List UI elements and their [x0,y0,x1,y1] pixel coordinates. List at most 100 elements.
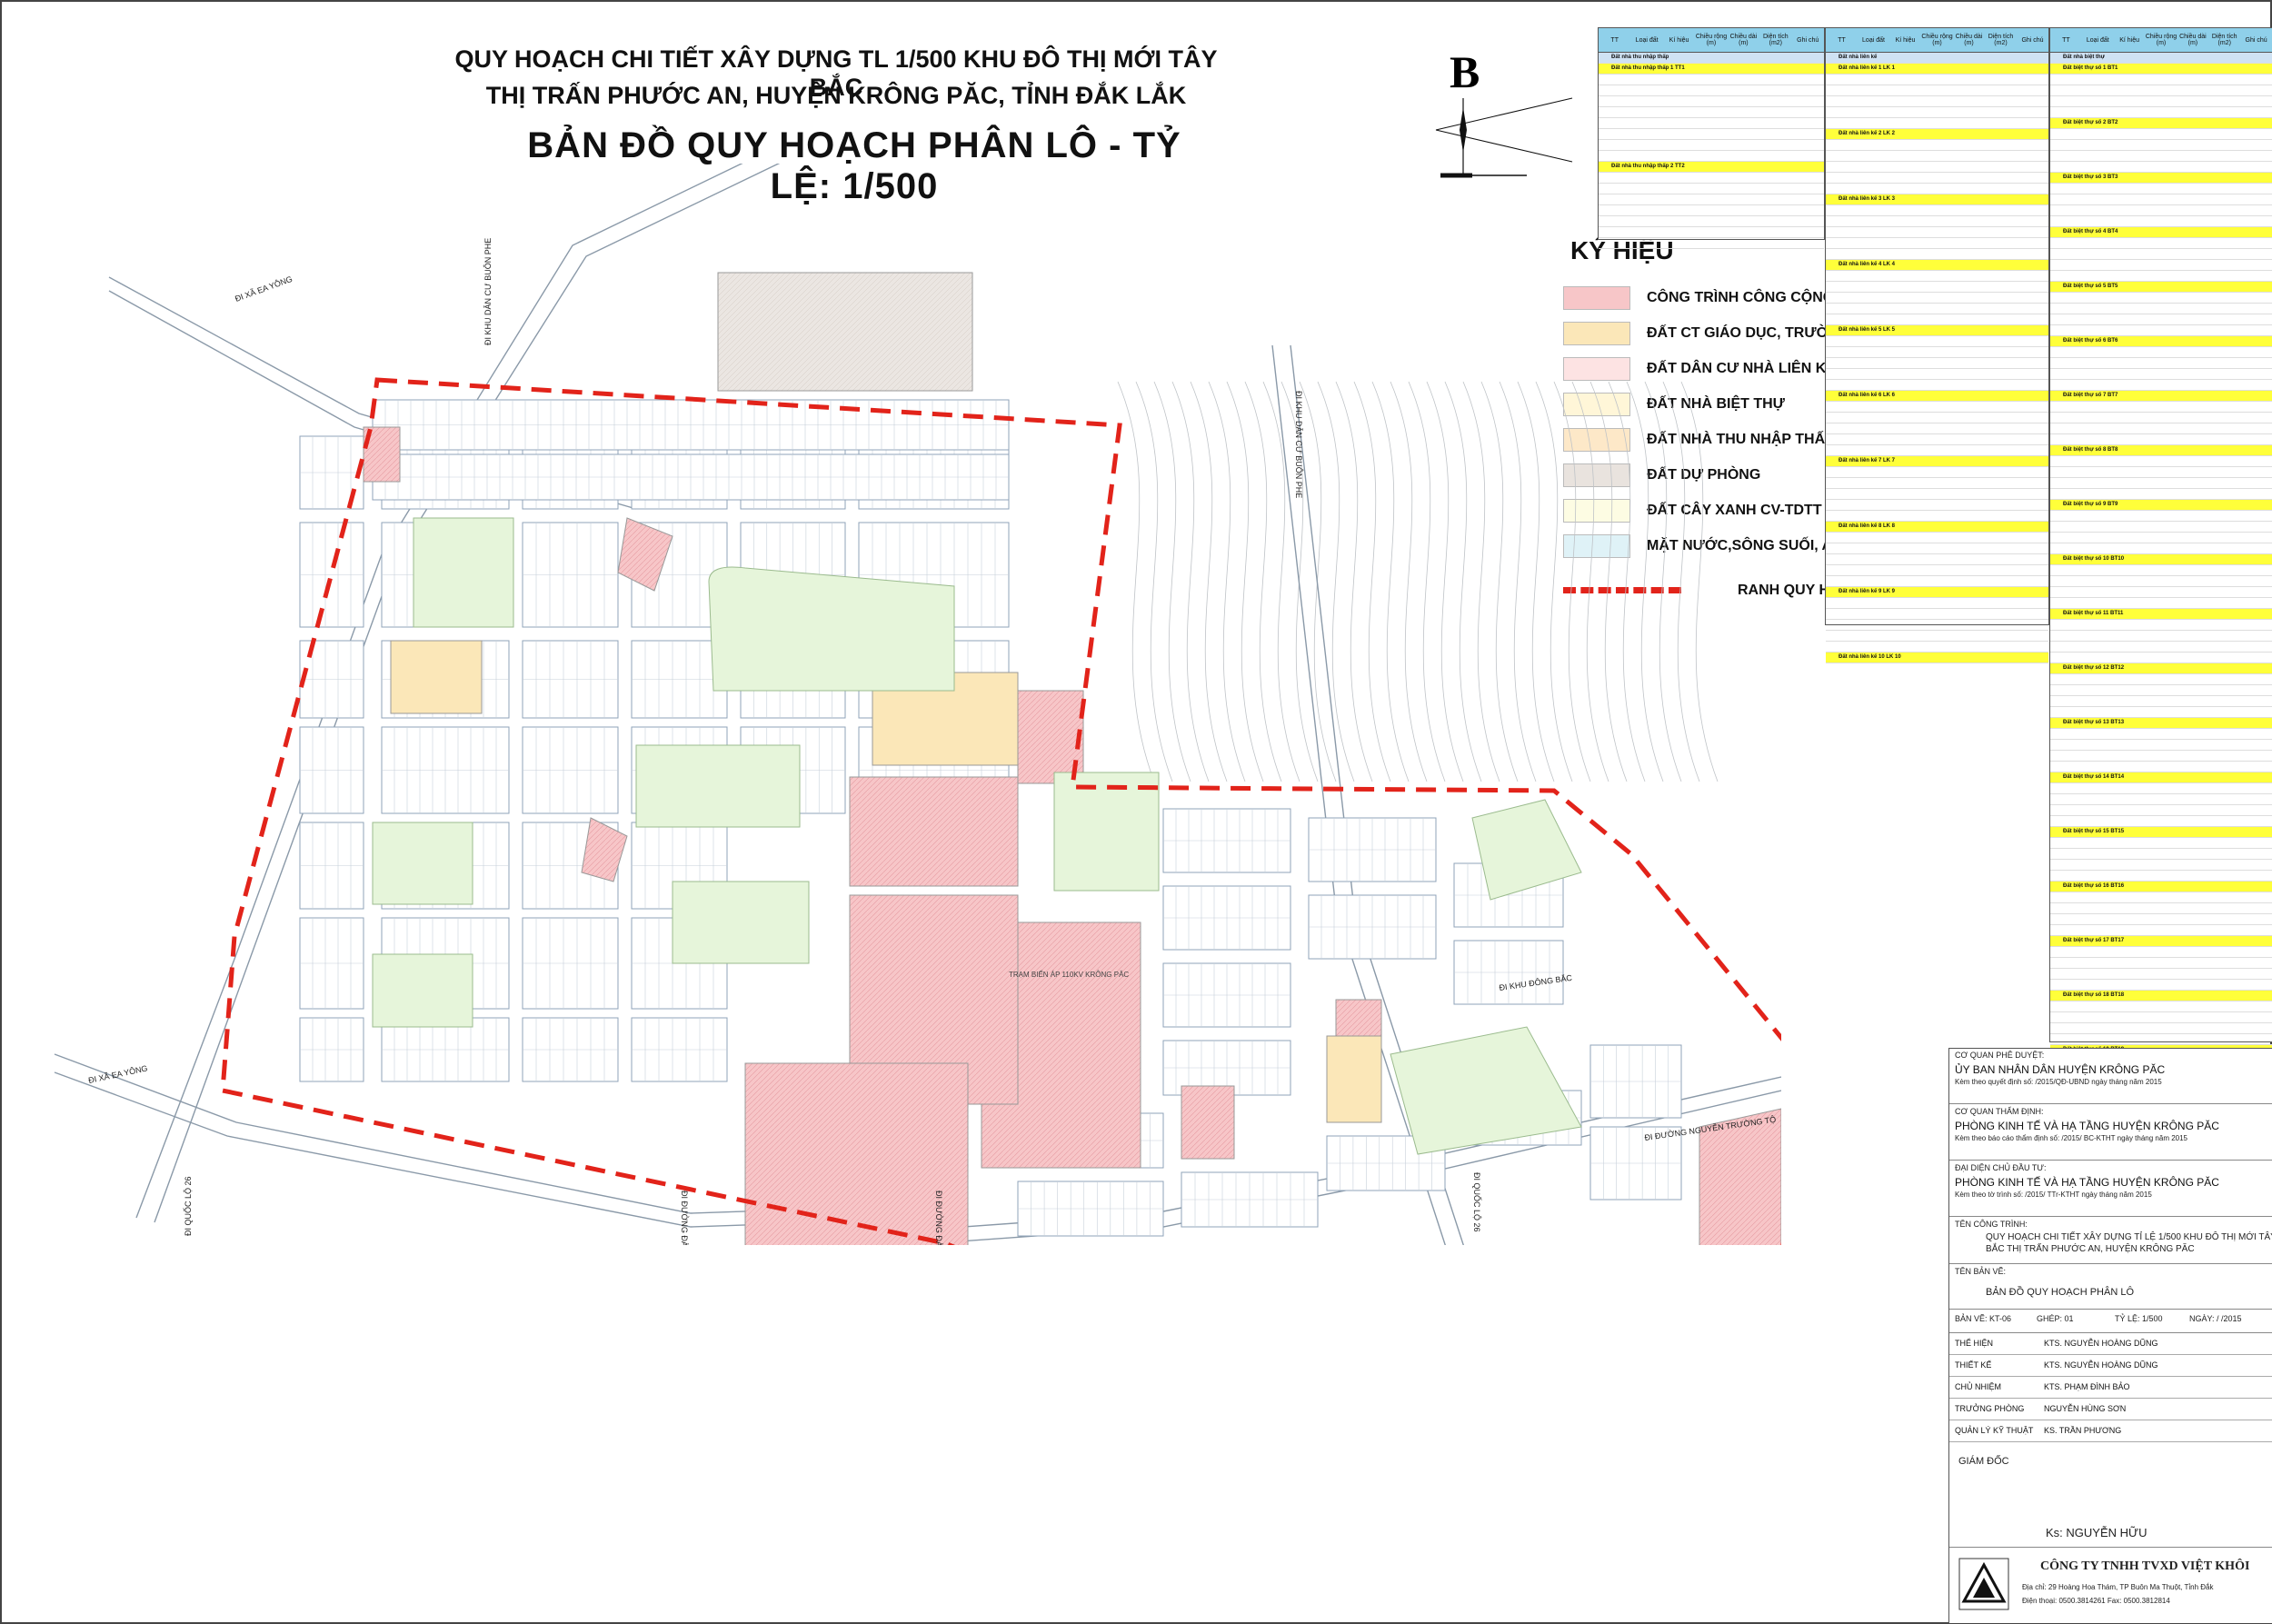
parcel-reserve [717,272,973,392]
project-name-2: BẮC THỊ TRẤN PHƯỚC AN, HUYỆN KRÔNG PĂC [1986,1244,2195,1254]
table-row [2050,871,2272,882]
table-row [2050,467,2272,478]
table-header-cell: Kí hiệu [1895,36,1916,44]
table-row [1826,445,2048,456]
table-row [2050,762,2272,772]
table-row [1599,129,1824,140]
table-row [2050,369,2272,380]
table-row [2050,685,2272,696]
table-group-row: Đất nhà liên kế 10 LK 10 [1826,653,2048,663]
table-group-row: Đất nhà liên kế [1826,53,2048,64]
owner-note: Kèm theo tờ trình số: /2015/ TTr-KTHT ng… [1955,1191,2152,1199]
table-row [2050,587,2272,598]
table-row [2050,107,2272,118]
table-row [1826,107,2048,118]
table-row [1826,205,2048,216]
table-group-row: Đất biệt thự số 4 BT4 [2050,227,2272,238]
table-row [2050,598,2272,609]
label-dao-duy-tu: ĐI ĐƯỜNG ĐÀO DUY TỪ [680,1191,689,1245]
table-row [2050,402,2272,413]
table-header-cell: Chiều dài (m) [2179,34,2207,46]
table-row [2050,271,2272,282]
table-group-row: Đất nhà liên kế 7 LK 7 [1826,456,2048,467]
drawing-name: BẢN ĐỒ QUY HOẠCH PHÂN LÔ [1986,1287,2134,1298]
role-label: CHỦ NHIỆM [1955,1382,2001,1391]
table-row [2050,751,2272,762]
table-group-row: Đất biệt thự số 1 BT1 [2050,64,2272,75]
table-group-row: Đất biệt thự số 18 BT18 [2050,991,2272,1001]
table-row [2050,489,2272,500]
table-villas: TT Loại đất Kí hiệu Chiều rộng (m) Chiều dài… [2049,27,2272,1100]
table-row [2050,892,2272,903]
company-phone: Điện thoại: 0500.3814261 Fax: 0500.38128… [2022,1597,2170,1605]
table-header: TT Loại đất Kí hiệu Chiều rộng (m) Chiều dài… [2050,28,2272,53]
table-row [1826,511,2048,522]
table-row [2050,75,2272,85]
green-7 [1053,772,1160,892]
table-row [2050,958,2272,969]
table-row [1826,293,2048,304]
table-row [2050,140,2272,151]
project-name-1: QUY HOẠCH CHI TIẾT XÂY DỰNG TỈ LỆ 1/500 … [1986,1232,2272,1242]
table-header-cell: Kí hiệu [1669,36,1689,44]
table-row [2050,642,2272,653]
table-row [2050,576,2272,587]
table-header-cell: Ghi chú [2021,36,2044,44]
green-1 [413,517,514,628]
table-row [2050,96,2272,107]
table-row [2050,565,2272,576]
table-row [2050,85,2272,96]
table-row [2050,794,2272,805]
table-row [1826,85,2048,96]
signature-row: THIẾT KẾ KTS. NGUYỄN HOÀNG DŨNG [1949,1354,2272,1377]
table-row [2050,304,2272,314]
approve-note: Kèm theo quyết định số: /2015/QĐ-UBND ng… [1955,1078,2162,1086]
table-row [1599,107,1824,118]
table-row [1826,478,2048,489]
table-group-row: Đất nhà liên kế 3 LK 3 [1826,194,2048,205]
table-row [1826,162,2048,173]
table-row [2050,358,2272,369]
table-row [1826,380,2048,391]
table-row [2050,184,2272,194]
table-row [1826,358,2048,369]
table-row [2050,205,2272,216]
approve-org: ỦY BAN NHÂN DÂN HUYỆN KRÔNG PĂC [1955,1063,2166,1076]
table-row [1826,434,2048,445]
appraise-note: Kèm theo báo cáo thẩm định số: /2015/ BC… [1955,1134,2188,1142]
table-row [2050,620,2272,631]
signature-row: QUẢN LÝ KỸ THUẬT KS. TRẦN PHƯƠNG [1949,1420,2272,1442]
table-row [1826,631,2048,642]
approve-label: CƠ QUAN PHÊ DUYỆT: [1955,1051,2045,1060]
signature-row: THỂ HIỆN KTS. NGUYỄN HOÀNG DŨNG [1949,1332,2272,1355]
table-header-cell: Kí hiệu [2119,36,2140,44]
table-header-cell: Ghi chú [2245,36,2267,44]
table-row [2050,249,2272,260]
director-label: GIÁM ĐỐC [1958,1456,2009,1467]
date: NGÀY: / /2015 [2189,1314,2242,1323]
label-ql26: ĐI QUỐC LỘ 26 [183,1176,193,1236]
table-row [2050,1023,2272,1034]
table-row [2050,980,2272,991]
table-row [1826,238,2048,249]
table-row [2050,631,2272,642]
company-address: Địa chỉ: 29 Hoàng Hoa Thám, TP Buôn Ma T… [2022,1583,2214,1591]
table-header-cell: Diện tích (m2) [1763,34,1789,46]
table-header-cell: Loại đất [2086,36,2109,44]
role-label: THỂ HIỆN [1955,1339,1994,1348]
role-name: KTS. NGUYỄN HOÀNG DŨNG [2044,1339,2158,1348]
role-name: NGUYỄN HÙNG SƠN [2044,1404,2127,1413]
table-group-row: Đất biệt thự số 14 BT14 [2050,772,2272,783]
table-row [2050,1012,2272,1023]
table-row [1826,533,2048,543]
appraise-label: CƠ QUAN THẨM ĐỊNH: [1955,1107,2044,1116]
table-group-row: Đất nhà thu nhập thấp 1 TT1 [1599,64,1824,75]
table-row [2050,238,2272,249]
table-header-cell: TT [1610,36,1619,44]
table-row [1826,282,2048,293]
table-row [2050,838,2272,849]
copy-count: GHÉP: 01 [2037,1314,2074,1323]
table-row [2050,380,2272,391]
table-row [2050,533,2272,543]
table-row [2050,674,2272,685]
